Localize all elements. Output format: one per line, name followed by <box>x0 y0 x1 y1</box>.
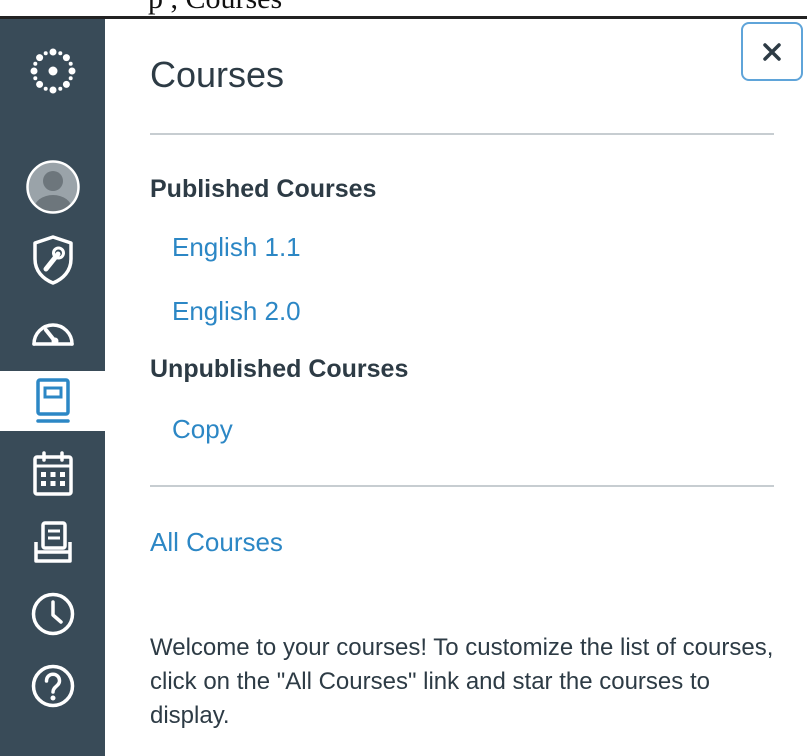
tray-title: Courses <box>150 54 285 95</box>
nav-inbox[interactable] <box>0 513 105 573</box>
divider <box>150 133 774 135</box>
inbox-icon <box>33 521 72 563</box>
close-icon <box>763 42 781 61</box>
welcome-message: Welcome to your courses! To customize th… <box>150 634 774 729</box>
dashboard-icon <box>31 323 74 346</box>
courses-tray: Courses Published Courses English 1.1 En… <box>105 19 807 756</box>
nav-calendar[interactable] <box>0 444 105 504</box>
all-courses-link[interactable]: All Courses <box>150 527 283 558</box>
history-clock-icon <box>31 592 74 636</box>
courses-icon <box>35 378 70 423</box>
calendar-icon <box>32 451 73 496</box>
nav-admin[interactable] <box>0 230 105 290</box>
account-avatar-icon <box>25 160 80 214</box>
divider <box>150 485 774 487</box>
nav-logo[interactable] <box>0 41 105 101</box>
published-courses-heading: Published Courses <box>150 175 377 203</box>
close-tray-button[interactable] <box>741 22 803 81</box>
course-link-english-1-1[interactable]: English 1.1 <box>172 232 301 263</box>
nav-account[interactable] <box>0 157 105 217</box>
course-link-copy[interactable]: Copy <box>172 414 233 445</box>
unpublished-courses-heading: Unpublished Courses <box>150 355 409 383</box>
logo-icon <box>30 48 75 94</box>
page-text-fragment: p , Courses <box>0 0 807 16</box>
admin-shield-icon <box>32 235 73 285</box>
page-text-fragment-text: p , Courses <box>148 0 282 16</box>
nav-courses[interactable] <box>0 371 105 431</box>
help-icon <box>31 664 74 708</box>
nav-history[interactable] <box>0 584 105 644</box>
course-link-english-2-0[interactable]: English 2.0 <box>172 296 301 327</box>
global-nav-sidebar <box>0 19 105 756</box>
nav-help[interactable] <box>0 656 105 716</box>
nav-dashboard[interactable] <box>0 301 105 361</box>
